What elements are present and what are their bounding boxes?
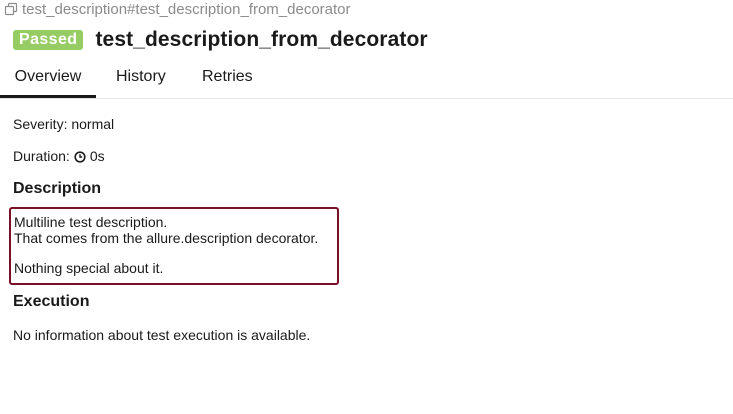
tab-retries[interactable]: Retries [202,60,253,95]
severity-text: Severity: normal [13,116,115,132]
status-badge: Passed [13,30,84,50]
description-box: Multiline test description. That comes f… [9,207,339,285]
tab-overview[interactable]: Overview [0,60,96,98]
breadcrumb-text: test_description#test_description_from_d… [22,0,351,18]
description-heading: Description [13,180,102,197]
page-title: test_description_from_decorator [95,28,428,51]
duration-value: 0s [89,148,105,164]
duration-label: Duration: [13,148,70,164]
copy-icon[interactable] [4,2,18,16]
duration-row: Duration: 0s [13,148,105,164]
description-line: That comes from the allure.description d… [14,230,319,246]
description-text: Multiline test description. That comes f… [14,214,318,276]
title-row: Passed test_description_from_decorator [13,27,428,53]
tab-history[interactable]: History [116,60,166,95]
breadcrumb[interactable]: test_description#test_description_from_d… [4,0,351,18]
execution-info-text: No information about test execution is a… [13,327,311,343]
description-line: Multiline test description. [14,214,168,230]
execution-heading: Execution [13,293,90,310]
tab-bar: Overview History Retries [0,60,733,99]
clock-icon [74,150,86,163]
description-line: Nothing special about it. [14,260,164,276]
